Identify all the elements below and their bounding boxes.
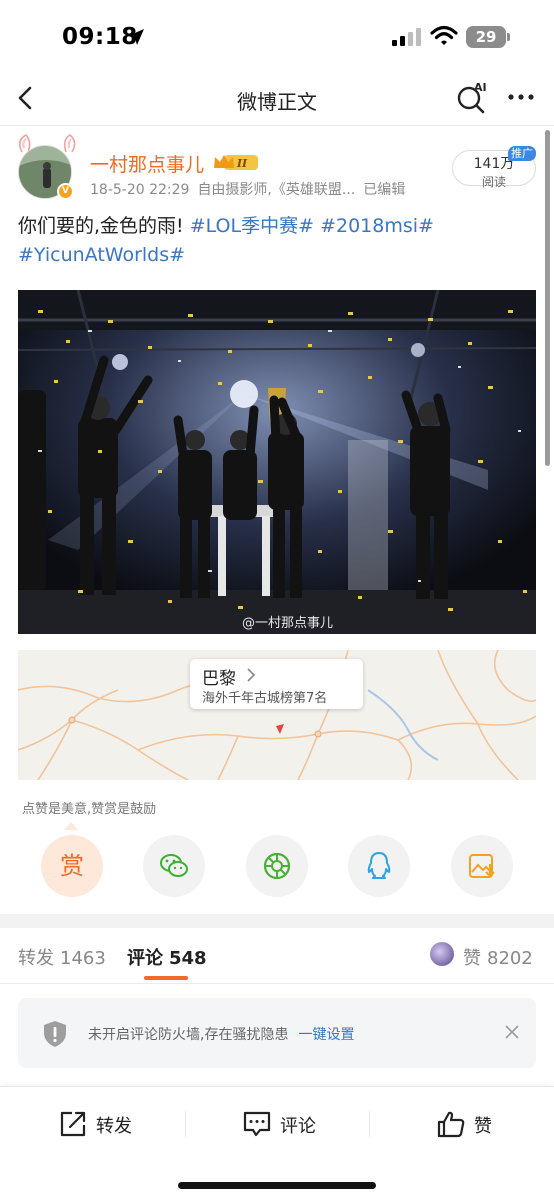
topic-link[interactable]: #YicunAtWorlds#	[18, 244, 185, 266]
comment-icon	[243, 1111, 271, 1137]
bar-separator	[369, 1111, 370, 1137]
status-bar: 09:18 29	[0, 0, 554, 72]
ai-label: AI	[474, 81, 487, 94]
share-qq-button[interactable]	[348, 835, 410, 897]
image-watermark: @一村那点事儿	[242, 616, 334, 631]
share-wechat-button[interactable]	[143, 835, 205, 897]
close-icon[interactable]	[504, 1024, 520, 1040]
location-arrow-icon	[128, 29, 144, 45]
post-body: 你们要的,金色的雨!	[18, 215, 184, 237]
share-moments-button[interactable]	[246, 835, 308, 897]
trophy-celebration-photo	[18, 290, 536, 634]
nav-bar: 微博正文 AI	[0, 72, 554, 126]
save-image-icon	[469, 854, 495, 878]
post-text: 你们要的,金色的雨! #LOL季中赛# #2018msi# #YicunAtWo…	[18, 212, 534, 270]
verified-badge: V	[57, 183, 74, 200]
one-click-settings-link[interactable]: 一键设置	[298, 1027, 354, 1043]
promo-tag[interactable]: 推广	[508, 146, 536, 161]
wechat-icon	[160, 854, 188, 877]
reward-button[interactable]: 赏	[41, 835, 103, 897]
tab-comments[interactable]: 评论 548	[127, 944, 207, 970]
post-image[interactable]	[18, 290, 536, 634]
level-badge-text: II	[236, 157, 248, 170]
post-meta: 18-5-20 22:29 自由摄影师,《英雄联盟... 已编辑	[90, 179, 405, 199]
scrollbar[interactable]	[545, 130, 550, 466]
author-name[interactable]: 一村那点事儿	[90, 150, 204, 177]
battery-tip	[507, 33, 510, 41]
interaction-tabs: 转发 1463 评论 548 赞 8202	[0, 928, 554, 984]
save-image-button[interactable]	[451, 835, 513, 897]
chevron-right-icon	[247, 668, 256, 682]
notice-text: 未开启评论防火墙,存在骚扰隐患 一键设置	[88, 1024, 354, 1044]
repost-label: 转发	[96, 1116, 132, 1137]
post-source[interactable]: 自由摄影师,《英雄联盟...	[197, 182, 355, 198]
notice-message: 未开启评论防火墙,存在骚扰隐患	[88, 1027, 289, 1043]
liker-avatar	[430, 942, 454, 966]
reward-caret	[64, 822, 78, 830]
topic-link[interactable]: #2018msi#	[320, 215, 434, 237]
tab-likes-count: 8202	[487, 948, 533, 969]
reward-hint: 点赞是美意,赞赏是鼓励	[22, 802, 157, 817]
thumbs-up-icon	[437, 1111, 465, 1138]
more-options-icon[interactable]	[506, 87, 536, 107]
bar-separator	[185, 1111, 186, 1137]
location-card[interactable]: 巴黎 海外千年古城榜第7名	[190, 659, 363, 709]
comment-firewall-notice: 未开启评论防火墙,存在骚扰隐患 一键设置	[18, 998, 536, 1068]
ai-search-icon[interactable]: AI	[456, 80, 490, 114]
tab-likes[interactable]: 赞 8202	[463, 944, 533, 970]
battery-level: 29	[466, 26, 506, 48]
tab-reposts-count: 1463	[60, 948, 106, 969]
reads-label: 阅读	[481, 175, 506, 189]
cellular-signal-icon	[392, 28, 421, 46]
location-city: 巴黎	[202, 669, 236, 689]
qq-icon	[367, 852, 391, 879]
active-tab-indicator	[144, 976, 188, 980]
member-crown-badge[interactable]: II	[212, 152, 260, 172]
tab-likes-label: 赞	[463, 948, 481, 969]
tab-reposts-label: 转发	[18, 948, 54, 969]
post-date: 18-5-20 22:29	[90, 182, 190, 198]
weibo-post-page: 09:18 29 微博正文 AI V 一村那点事儿 II 18-5-20 22:…	[0, 0, 554, 1200]
topic-link[interactable]: #LOL季中赛#	[190, 215, 314, 237]
location-ranking: 海外千年古城榜第7名	[202, 691, 328, 706]
section-divider	[0, 914, 554, 928]
edited-label[interactable]: 已编辑	[363, 182, 405, 198]
tab-comments-label: 评论	[127, 948, 163, 969]
like-label: 赞	[474, 1116, 492, 1137]
repost-icon	[60, 1111, 86, 1137]
home-indicator	[178, 1182, 376, 1189]
moments-icon	[263, 852, 291, 880]
tab-reposts[interactable]: 转发 1463	[18, 944, 106, 970]
wifi-icon	[430, 25, 458, 45]
tab-comments-count: 548	[169, 948, 207, 969]
comment-label: 评论	[280, 1116, 316, 1137]
shield-icon	[44, 1021, 66, 1047]
